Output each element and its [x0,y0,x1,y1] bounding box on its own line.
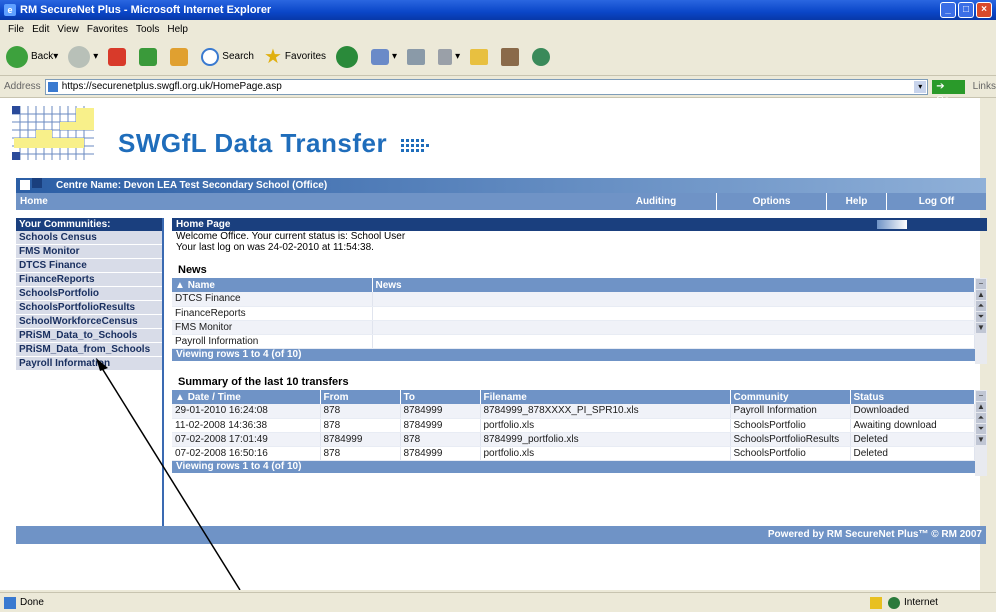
search-button[interactable]: Search [201,47,254,66]
home-button[interactable] [170,47,191,66]
go-button[interactable]: ➔ Go [932,79,965,106]
messenger-icon [532,47,551,66]
links-button[interactable]: Links [973,81,996,92]
edit-page-icon [438,48,453,65]
address-url: https://securenetplus.swgfl.org.uk/HomeP… [61,80,282,92]
page-icon [47,81,58,92]
internet-globe-icon [888,596,900,609]
page-content: SWGfL Data Transfer Centre Name: Devon L… [0,98,996,590]
search-icon [201,47,220,66]
minimize-icon[interactable]: _ [940,2,956,18]
print-icon [407,48,426,65]
refresh-icon [139,47,158,66]
stop-button[interactable] [108,47,129,66]
ie-logo-icon: e [4,4,16,16]
window-title: RM SecureNet Plus - Microsoft Internet E… [20,4,272,16]
address-input[interactable]: https://securenetplus.swgfl.org.uk/HomeP… [44,78,929,95]
mail-button[interactable]: ▾ [371,48,397,65]
menu-tools[interactable]: Tools [136,24,159,35]
print-button[interactable] [407,48,428,65]
status-text: Done [20,597,44,608]
menu-file[interactable]: File [8,24,24,35]
back-arrow-icon [6,45,28,68]
menu-help[interactable]: Help [167,24,188,35]
menu-favorites[interactable]: Favorites [87,24,128,35]
folder-icon [470,48,489,65]
back-button[interactable]: Back ▾ [6,45,58,68]
menu-view[interactable]: View [57,24,79,35]
favorites-button[interactable]: ★ Favorites [264,44,326,69]
status-bar: Done Internet [0,592,996,612]
menu-bar: File Edit View Favorites Tools Help [0,20,996,38]
annotation-arrow [96,358,241,590]
page-done-icon [4,596,16,609]
stop-icon [108,47,127,66]
forward-button[interactable]: ▾ [68,45,98,68]
mail-icon [371,48,390,65]
maximize-icon[interactable]: □ [958,2,974,18]
research-button[interactable] [501,47,522,66]
folder-button[interactable] [470,48,491,65]
messenger-button[interactable] [532,47,553,66]
lock-icon [870,596,882,609]
address-dropdown-icon[interactable]: ▾ [914,80,927,93]
forward-arrow-icon [68,45,91,68]
edit-button[interactable]: ▾ [438,48,460,65]
security-zone: Internet [904,597,938,608]
star-icon: ★ [263,46,282,68]
window-titlebar: e RM SecureNet Plus - Microsoft Internet… [0,0,996,20]
address-bar: Address https://securenetplus.swgfl.org.… [0,76,996,106]
browser-toolbar: Back ▾ ▾ Search ★ Favorites ▾ ▾ [0,38,996,76]
close-icon[interactable]: × [976,2,992,18]
menu-edit[interactable]: Edit [32,24,49,35]
history-icon [336,45,359,68]
research-icon [501,47,520,66]
history-button[interactable] [336,45,361,68]
refresh-button[interactable] [139,47,160,66]
home-icon [170,47,189,66]
go-arrow-icon: ➔ [936,80,945,92]
address-label: Address [4,81,41,92]
